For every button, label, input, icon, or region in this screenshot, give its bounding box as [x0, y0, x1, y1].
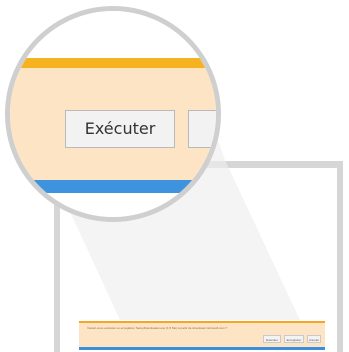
magnified-page-area	[10, 11, 216, 58]
download-bar-accent-line	[79, 347, 325, 350]
save-button-small[interactable]: Enregistrer	[284, 335, 304, 343]
magnified-bar-bottom-accent	[10, 180, 216, 193]
save-button-partial[interactable]	[188, 110, 216, 148]
magnified-bar-top-accent	[10, 58, 216, 68]
run-button-small[interactable]: Exécuter	[263, 335, 281, 343]
download-notification-bar: Voulez-vous exécuter ou enregistrer Setu…	[79, 321, 325, 347]
download-message: Voulez-vous exécuter ou enregistrer Setu…	[87, 326, 228, 330]
illustration: Voulez-vous exécuter ou enregistrer Setu…	[0, 0, 349, 352]
cancel-button-small[interactable]: Annuler	[307, 335, 321, 343]
magnifier-callout: Exécuter	[5, 6, 221, 222]
run-button[interactable]: Exécuter	[65, 110, 175, 148]
